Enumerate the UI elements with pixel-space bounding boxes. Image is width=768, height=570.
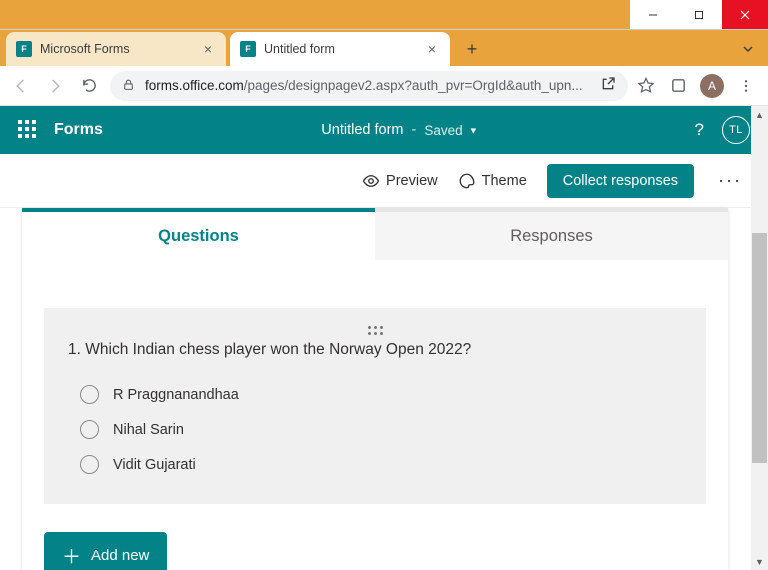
lock-icon	[122, 78, 135, 94]
radio-icon	[80, 385, 99, 404]
nav-forward-button[interactable]	[42, 73, 68, 99]
window-minimize-button[interactable]	[630, 0, 676, 29]
app-header: Forms Untitled form - Saved ▾ ? TL	[0, 106, 768, 154]
tab-close-button[interactable]: ×	[200, 41, 216, 57]
tab-close-button[interactable]: ×	[424, 41, 440, 57]
browser-tab[interactable]: F Microsoft Forms ×	[6, 32, 226, 66]
share-icon[interactable]	[600, 76, 616, 95]
canvas-tabs: Questions Responses	[22, 212, 728, 260]
form-canvas: Questions Responses 1. Which Indian ches…	[22, 208, 728, 570]
add-new-button[interactable]: ＋ Add new	[44, 532, 167, 570]
favicon-icon: F	[240, 41, 256, 57]
browser-tabstrip: F Microsoft Forms × F Untitled form × +	[0, 30, 768, 66]
drag-handle-icon[interactable]	[68, 326, 682, 329]
scroll-thumb[interactable]	[752, 233, 767, 463]
option-row[interactable]: Nihal Sarin	[68, 412, 682, 447]
app-brand[interactable]: Forms	[54, 121, 103, 139]
extensions-icon[interactable]	[668, 76, 688, 96]
question-text[interactable]: 1. Which Indian chess player won the Nor…	[68, 341, 682, 359]
eye-icon	[362, 172, 380, 190]
radio-icon	[80, 455, 99, 474]
scroll-down-button[interactable]: ▼	[751, 553, 768, 570]
collect-responses-button[interactable]: Collect responses	[547, 164, 694, 198]
nav-reload-button[interactable]	[76, 73, 102, 99]
address-bar[interactable]: forms.office.com/pages/designpagev2.aspx…	[110, 71, 628, 101]
app-launcher-icon[interactable]	[18, 120, 38, 140]
form-title: Untitled form	[321, 122, 403, 138]
form-title-area[interactable]: Untitled form - Saved ▾	[103, 122, 695, 138]
save-status: Saved	[424, 123, 462, 138]
more-options-button[interactable]: ···	[714, 170, 746, 191]
tab-responses[interactable]: Responses	[375, 212, 728, 260]
bookmark-star-icon[interactable]	[636, 76, 656, 96]
browser-menu-button[interactable]	[736, 76, 756, 96]
palette-icon	[458, 172, 476, 190]
radio-icon	[80, 420, 99, 439]
new-tab-button[interactable]: +	[458, 35, 486, 63]
scrollbar[interactable]: ▲ ▼	[751, 106, 768, 570]
page-content: Forms Untitled form - Saved ▾ ? TL Previ…	[0, 106, 768, 570]
window-maximize-button[interactable]	[676, 0, 722, 29]
plus-icon: ＋	[62, 542, 81, 569]
preview-button[interactable]: Preview	[362, 172, 438, 190]
help-button[interactable]: ?	[695, 120, 704, 140]
profile-avatar[interactable]: A	[700, 74, 724, 98]
option-row[interactable]: Vidit Gujarati	[68, 447, 682, 482]
tab-title: Untitled form	[264, 42, 424, 56]
theme-button[interactable]: Theme	[458, 172, 527, 190]
question-card[interactable]: 1. Which Indian chess player won the Nor…	[44, 308, 706, 504]
chevron-down-icon: ▾	[471, 124, 477, 137]
tab-title: Microsoft Forms	[40, 42, 200, 56]
tab-questions[interactable]: Questions	[22, 212, 375, 260]
nav-back-button[interactable]	[8, 73, 34, 99]
window-close-button[interactable]	[722, 0, 768, 29]
scroll-up-button[interactable]: ▲	[751, 106, 768, 123]
command-bar: Preview Theme Collect responses ···	[0, 154, 768, 208]
browser-toolbar: forms.office.com/pages/designpagev2.aspx…	[0, 66, 768, 106]
option-row[interactable]: R Praggnanandhaa	[68, 377, 682, 412]
favicon-icon: F	[16, 41, 32, 57]
browser-tab-active[interactable]: F Untitled form ×	[230, 32, 450, 66]
url-text: forms.office.com/pages/designpagev2.aspx…	[145, 78, 590, 93]
window-titlebar	[0, 0, 768, 30]
user-avatar[interactable]: TL	[722, 116, 750, 144]
tab-dropdown-button[interactable]	[734, 35, 762, 63]
